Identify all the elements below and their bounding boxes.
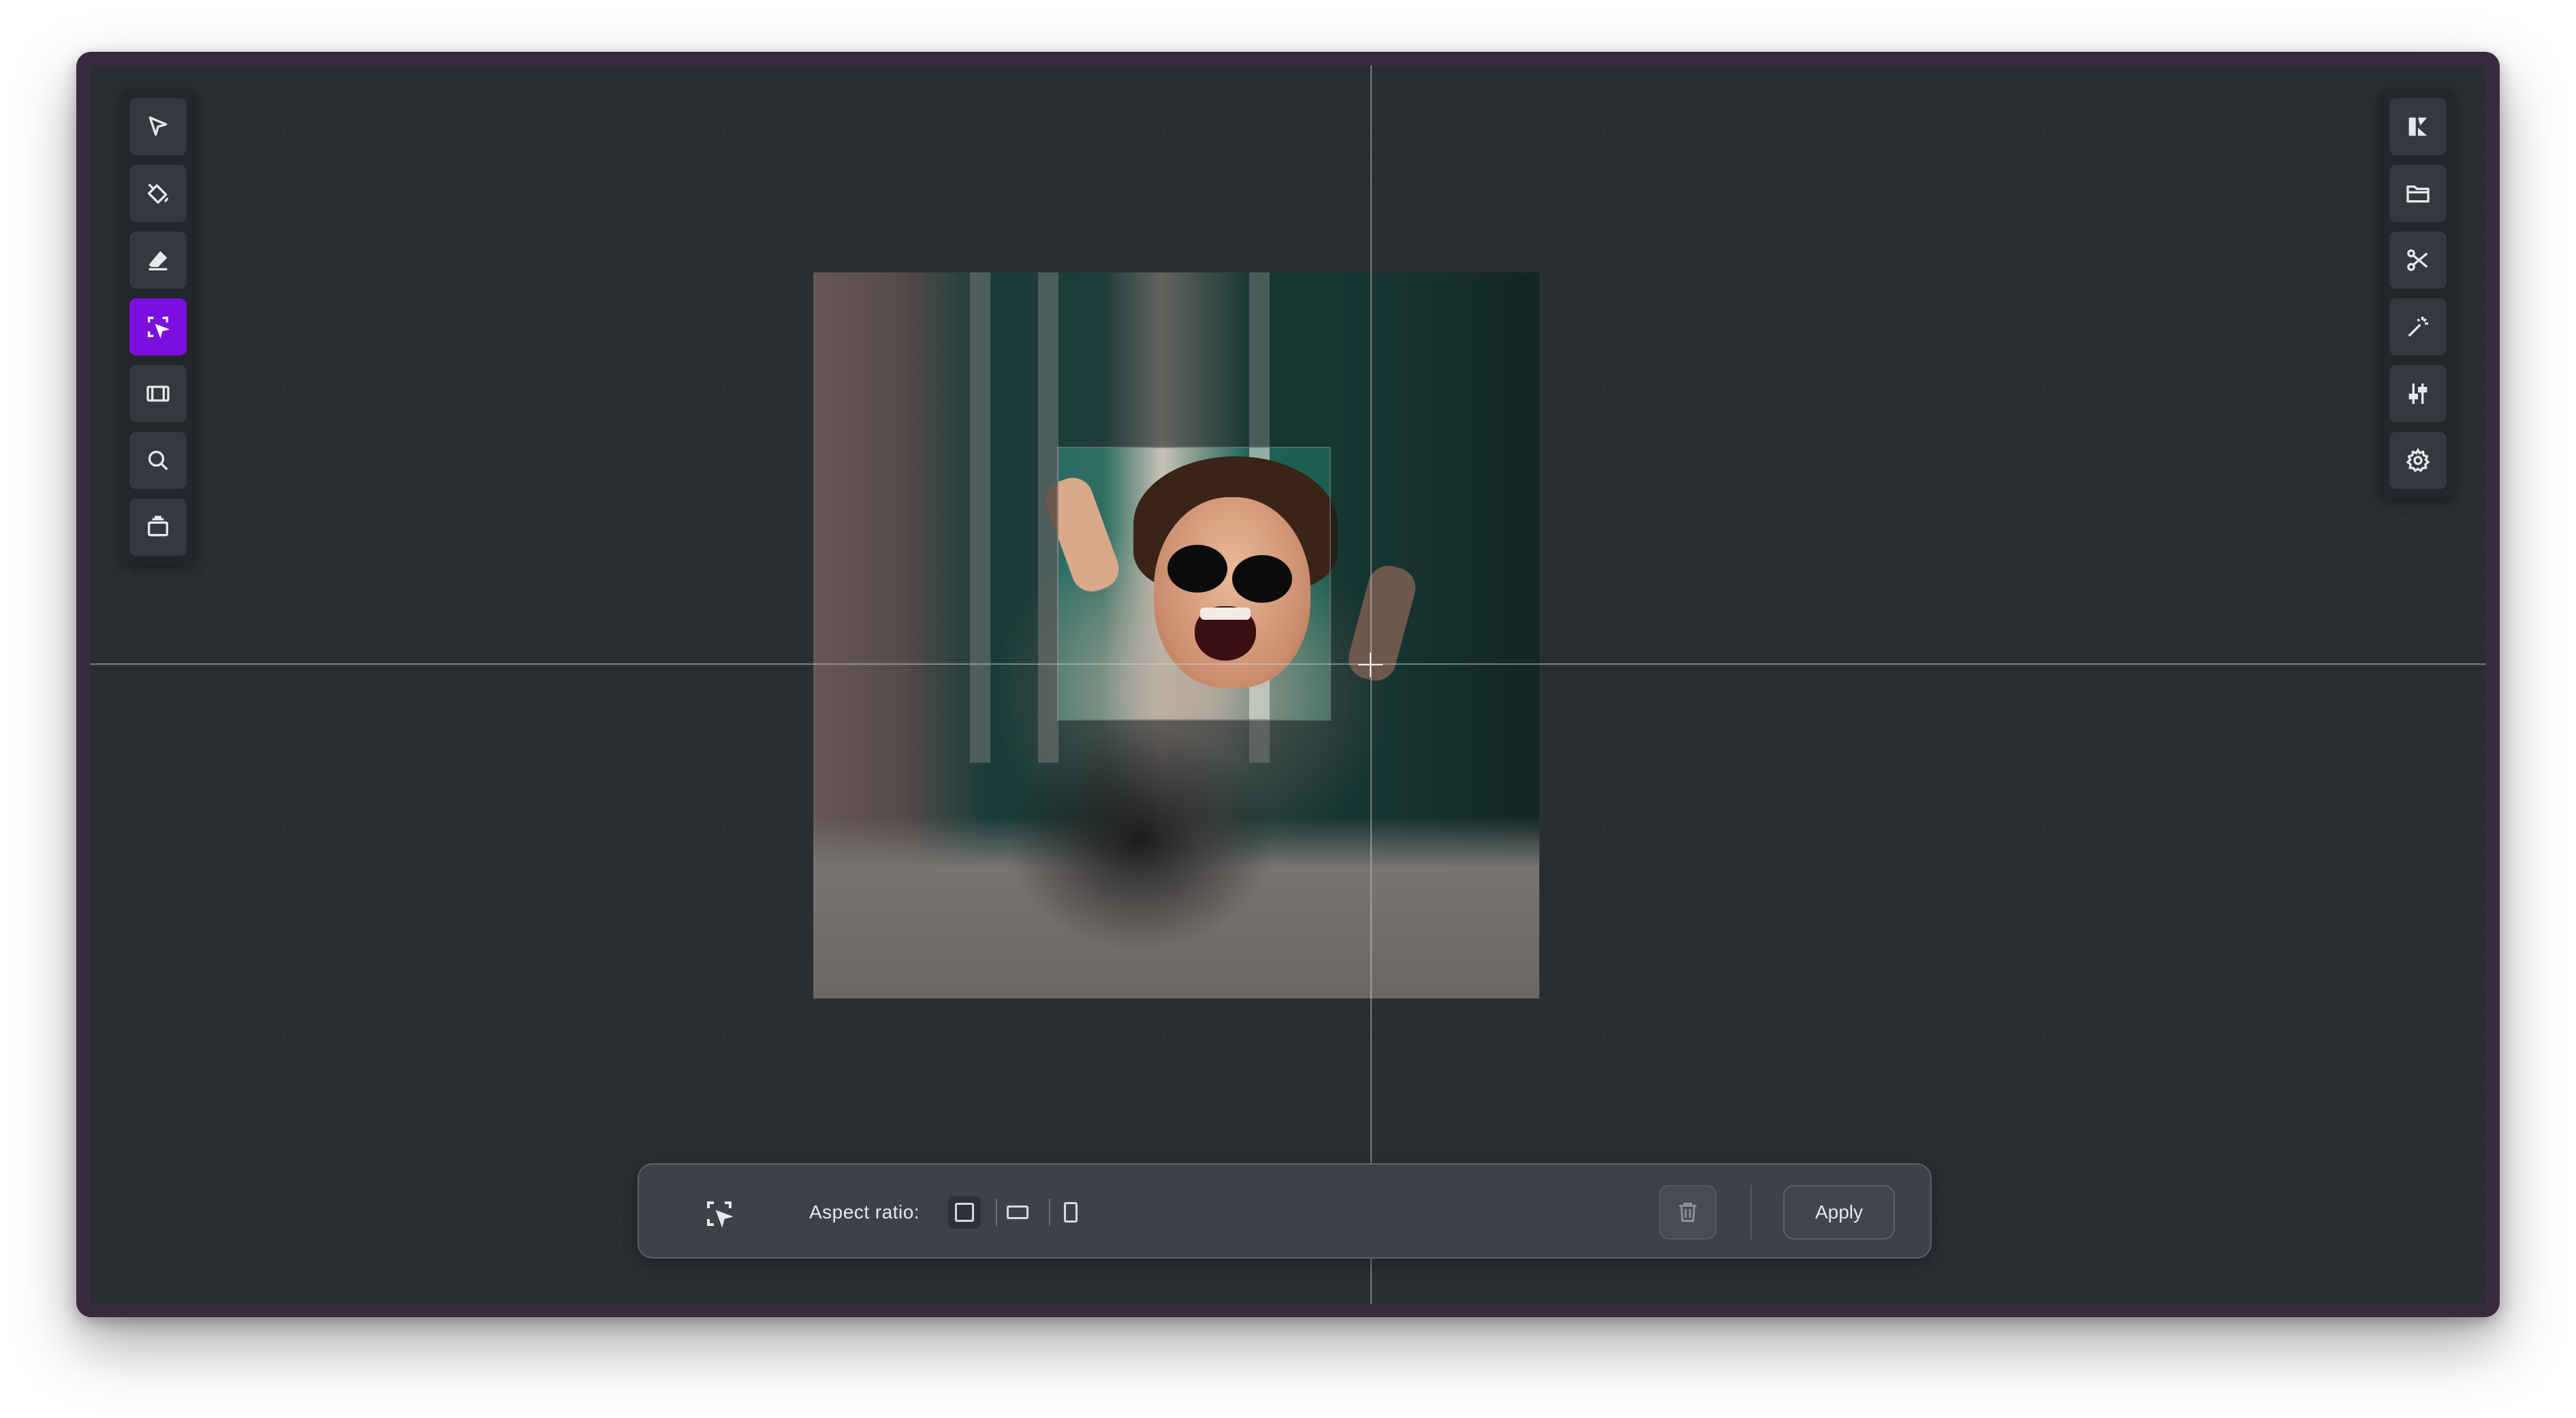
folder-icon	[2406, 185, 2430, 203]
brand-logo-icon	[2408, 117, 2428, 136]
pointer-arrow-icon	[148, 116, 168, 136]
horizontal-guide-line	[90, 663, 2486, 665]
square-ratio-icon	[955, 1203, 974, 1222]
trash-icon	[1679, 1202, 1697, 1223]
settings-button[interactable]	[2389, 432, 2447, 489]
eraser-icon	[148, 251, 168, 270]
editor-canvas[interactable]: Aspect ratio: Apply	[90, 65, 2486, 1304]
crop-selection[interactable]	[1057, 447, 1331, 721]
scissors-icon	[2407, 249, 2428, 271]
portrait-ratio-icon	[1064, 1202, 1078, 1223]
right-toolbar	[2380, 89, 2456, 499]
filmstrip-icon	[146, 385, 170, 402]
crop-select-tool-button[interactable]	[129, 298, 187, 356]
logo-button[interactable]	[2389, 98, 2447, 155]
apply-button[interactable]: Apply	[1783, 1185, 1895, 1240]
stack-icon	[148, 516, 168, 537]
select-tool-button[interactable]	[129, 98, 187, 155]
ratio-portrait-button[interactable]	[1054, 1196, 1087, 1229]
adjust-button[interactable]	[2389, 365, 2447, 422]
fill-tool-button[interactable]	[129, 165, 187, 222]
aspect-ratio-label: Aspect ratio:	[809, 1201, 920, 1223]
magic-wand-icon	[2408, 317, 2428, 337]
frame-tool-button[interactable]	[129, 365, 187, 422]
ratio-divider	[1049, 1199, 1050, 1226]
panel-divider	[1750, 1185, 1752, 1240]
delete-selection-button[interactable]	[1659, 1185, 1716, 1240]
layers-tool-button[interactable]	[129, 499, 187, 556]
gear-icon	[2406, 447, 2430, 473]
left-toolbar	[120, 89, 196, 565]
transform-button[interactable]	[2389, 232, 2447, 289]
ratio-landscape-button[interactable]	[1001, 1196, 1034, 1229]
magic-button[interactable]	[2389, 298, 2447, 356]
open-folder-button[interactable]	[2389, 165, 2447, 222]
landscape-ratio-icon	[1007, 1206, 1028, 1219]
eraser-tool-button[interactable]	[129, 232, 187, 289]
crop-options-panel: Aspect ratio: Apply	[638, 1163, 1932, 1259]
vertical-guide-line	[1370, 65, 1372, 1304]
ratio-square-button[interactable]	[948, 1196, 981, 1229]
selection-photo	[1058, 448, 1330, 719]
ratio-divider	[996, 1199, 997, 1226]
crop-cursor-icon	[148, 317, 170, 339]
zoom-tool-button[interactable]	[129, 432, 187, 489]
crop-cursor-icon	[703, 1197, 736, 1230]
magnifier-icon	[148, 450, 168, 471]
crosshair-cursor-icon	[1358, 652, 1383, 677]
paint-bucket-icon	[148, 183, 168, 204]
app-window: Aspect ratio: Apply	[76, 52, 2500, 1317]
sliders-icon	[2408, 383, 2428, 404]
